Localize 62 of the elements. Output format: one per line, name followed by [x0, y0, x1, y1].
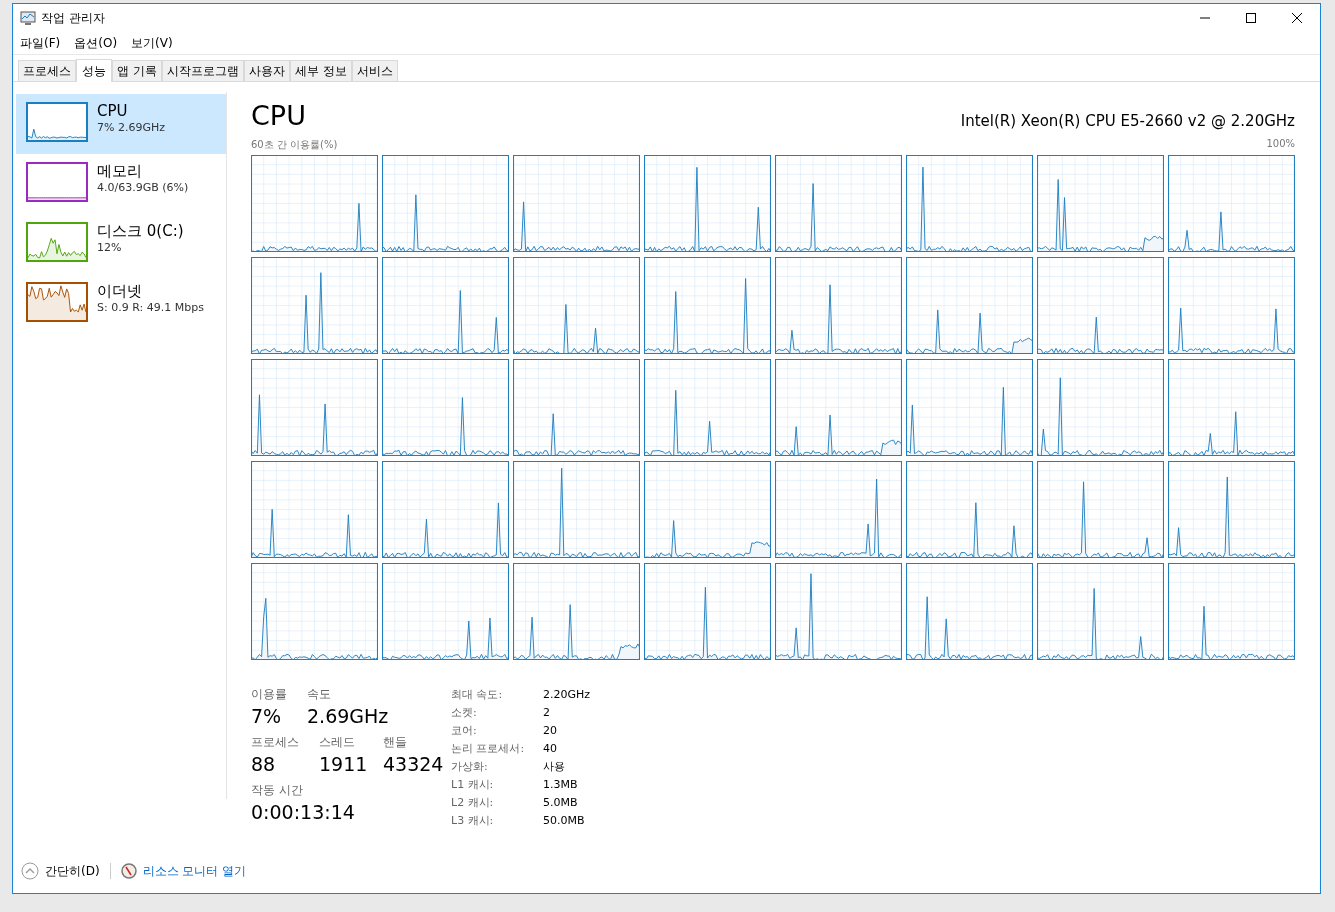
resource-list-item[interactable]: 이더넷 S: 0.9 R: 49.1 Mbps	[16, 274, 226, 334]
spec-value: 2.20GHz	[543, 687, 591, 703]
resource-usage: 12%	[97, 240, 123, 256]
spec-label: 가상화:	[451, 759, 489, 775]
resource-list-item[interactable]: CPU 7% 2.69GHz	[16, 94, 226, 154]
monitor-graph-icon	[20, 10, 36, 26]
tab[interactable]: 세부 정보	[289, 60, 352, 81]
fewer-details-button[interactable]: 간단히(D)	[21, 862, 100, 880]
spec-value: 20	[543, 723, 557, 739]
stat-label: 속도	[307, 686, 332, 702]
graph-axis-label: 60초 간 이용률(%)	[251, 138, 338, 152]
window-title: 작업 관리자	[41, 9, 105, 27]
spec-label: 코어:	[451, 723, 478, 739]
resource-usage: 4.0/63.9GB (6%)	[97, 180, 189, 196]
spec-label: 논리 프로세서:	[451, 741, 526, 757]
menu-item[interactable]: 파일(F)	[20, 34, 61, 52]
stat-value: 1911	[319, 752, 369, 777]
resource-name: 메모리	[97, 162, 143, 180]
panel-title: CPU	[251, 100, 306, 132]
chevron-up-circle-icon	[21, 862, 39, 880]
stat-value: 2.69GHz	[307, 704, 389, 729]
stat-label: 작동 시간	[251, 782, 304, 798]
tab[interactable]: 프로세스	[18, 60, 76, 81]
resource-list-item[interactable]: 메모리 4.0/63.9GB (6%)	[16, 154, 226, 214]
spec-label: 소켓:	[451, 705, 478, 721]
spec-value: 1.3MB	[543, 777, 578, 793]
resource-list-item[interactable]: 디스크 0(C:) 12%	[16, 214, 226, 274]
spec-value: 사용	[543, 759, 565, 775]
graph-max-label: 100%	[1266, 138, 1295, 151]
stat-label: 스레드	[319, 734, 356, 750]
tab[interactable]: 앱 기록	[112, 60, 162, 81]
resource-name: CPU	[97, 102, 129, 120]
tab[interactable]: 시작프로그램	[161, 60, 244, 81]
stat-value: 43324	[383, 752, 444, 777]
stat-label: 이용률	[251, 686, 288, 702]
spec-label: L3 캐시:	[451, 813, 495, 829]
spec-value: 2	[543, 705, 550, 721]
resource-usage: 7% 2.69GHz	[97, 120, 165, 136]
menu-item[interactable]: 옵션(O)	[74, 34, 118, 52]
spec-label: 최대 속도:	[451, 687, 504, 703]
tab[interactable]: 서비스	[351, 60, 398, 81]
gauge-icon	[120, 863, 137, 879]
close-icon	[1292, 13, 1302, 23]
tab[interactable]: 성능	[76, 59, 112, 82]
spec-value: 50.0MB	[543, 813, 585, 829]
spec-value: 5.0MB	[543, 795, 578, 811]
maximize-icon	[1246, 13, 1256, 23]
stat-value: 0:00:13:14	[251, 800, 355, 825]
resource-name: 디스크 0(C:)	[97, 222, 184, 240]
menu-item[interactable]: 보기(V)	[131, 34, 173, 52]
resource-usage: S: 0.9 R: 49.1 Mbps	[97, 300, 204, 316]
stat-label: 프로세스	[251, 734, 300, 750]
spec-label: L1 캐시:	[451, 777, 495, 793]
spec-value: 40	[543, 741, 557, 757]
spec-label: L2 캐시:	[451, 795, 495, 811]
tab[interactable]: 사용자	[243, 60, 290, 81]
resource-name: 이더넷	[97, 282, 143, 300]
stat-value: 88	[251, 752, 277, 777]
stat-value: 7%	[251, 704, 283, 729]
open-resource-monitor-link[interactable]: 리소스 모니터 열기	[142, 862, 247, 880]
cpu-model: Intel(R) Xeon(R) CPU E5-2660 v2 @ 2.20GHz	[960, 112, 1295, 132]
stat-label: 핸들	[383, 734, 408, 750]
